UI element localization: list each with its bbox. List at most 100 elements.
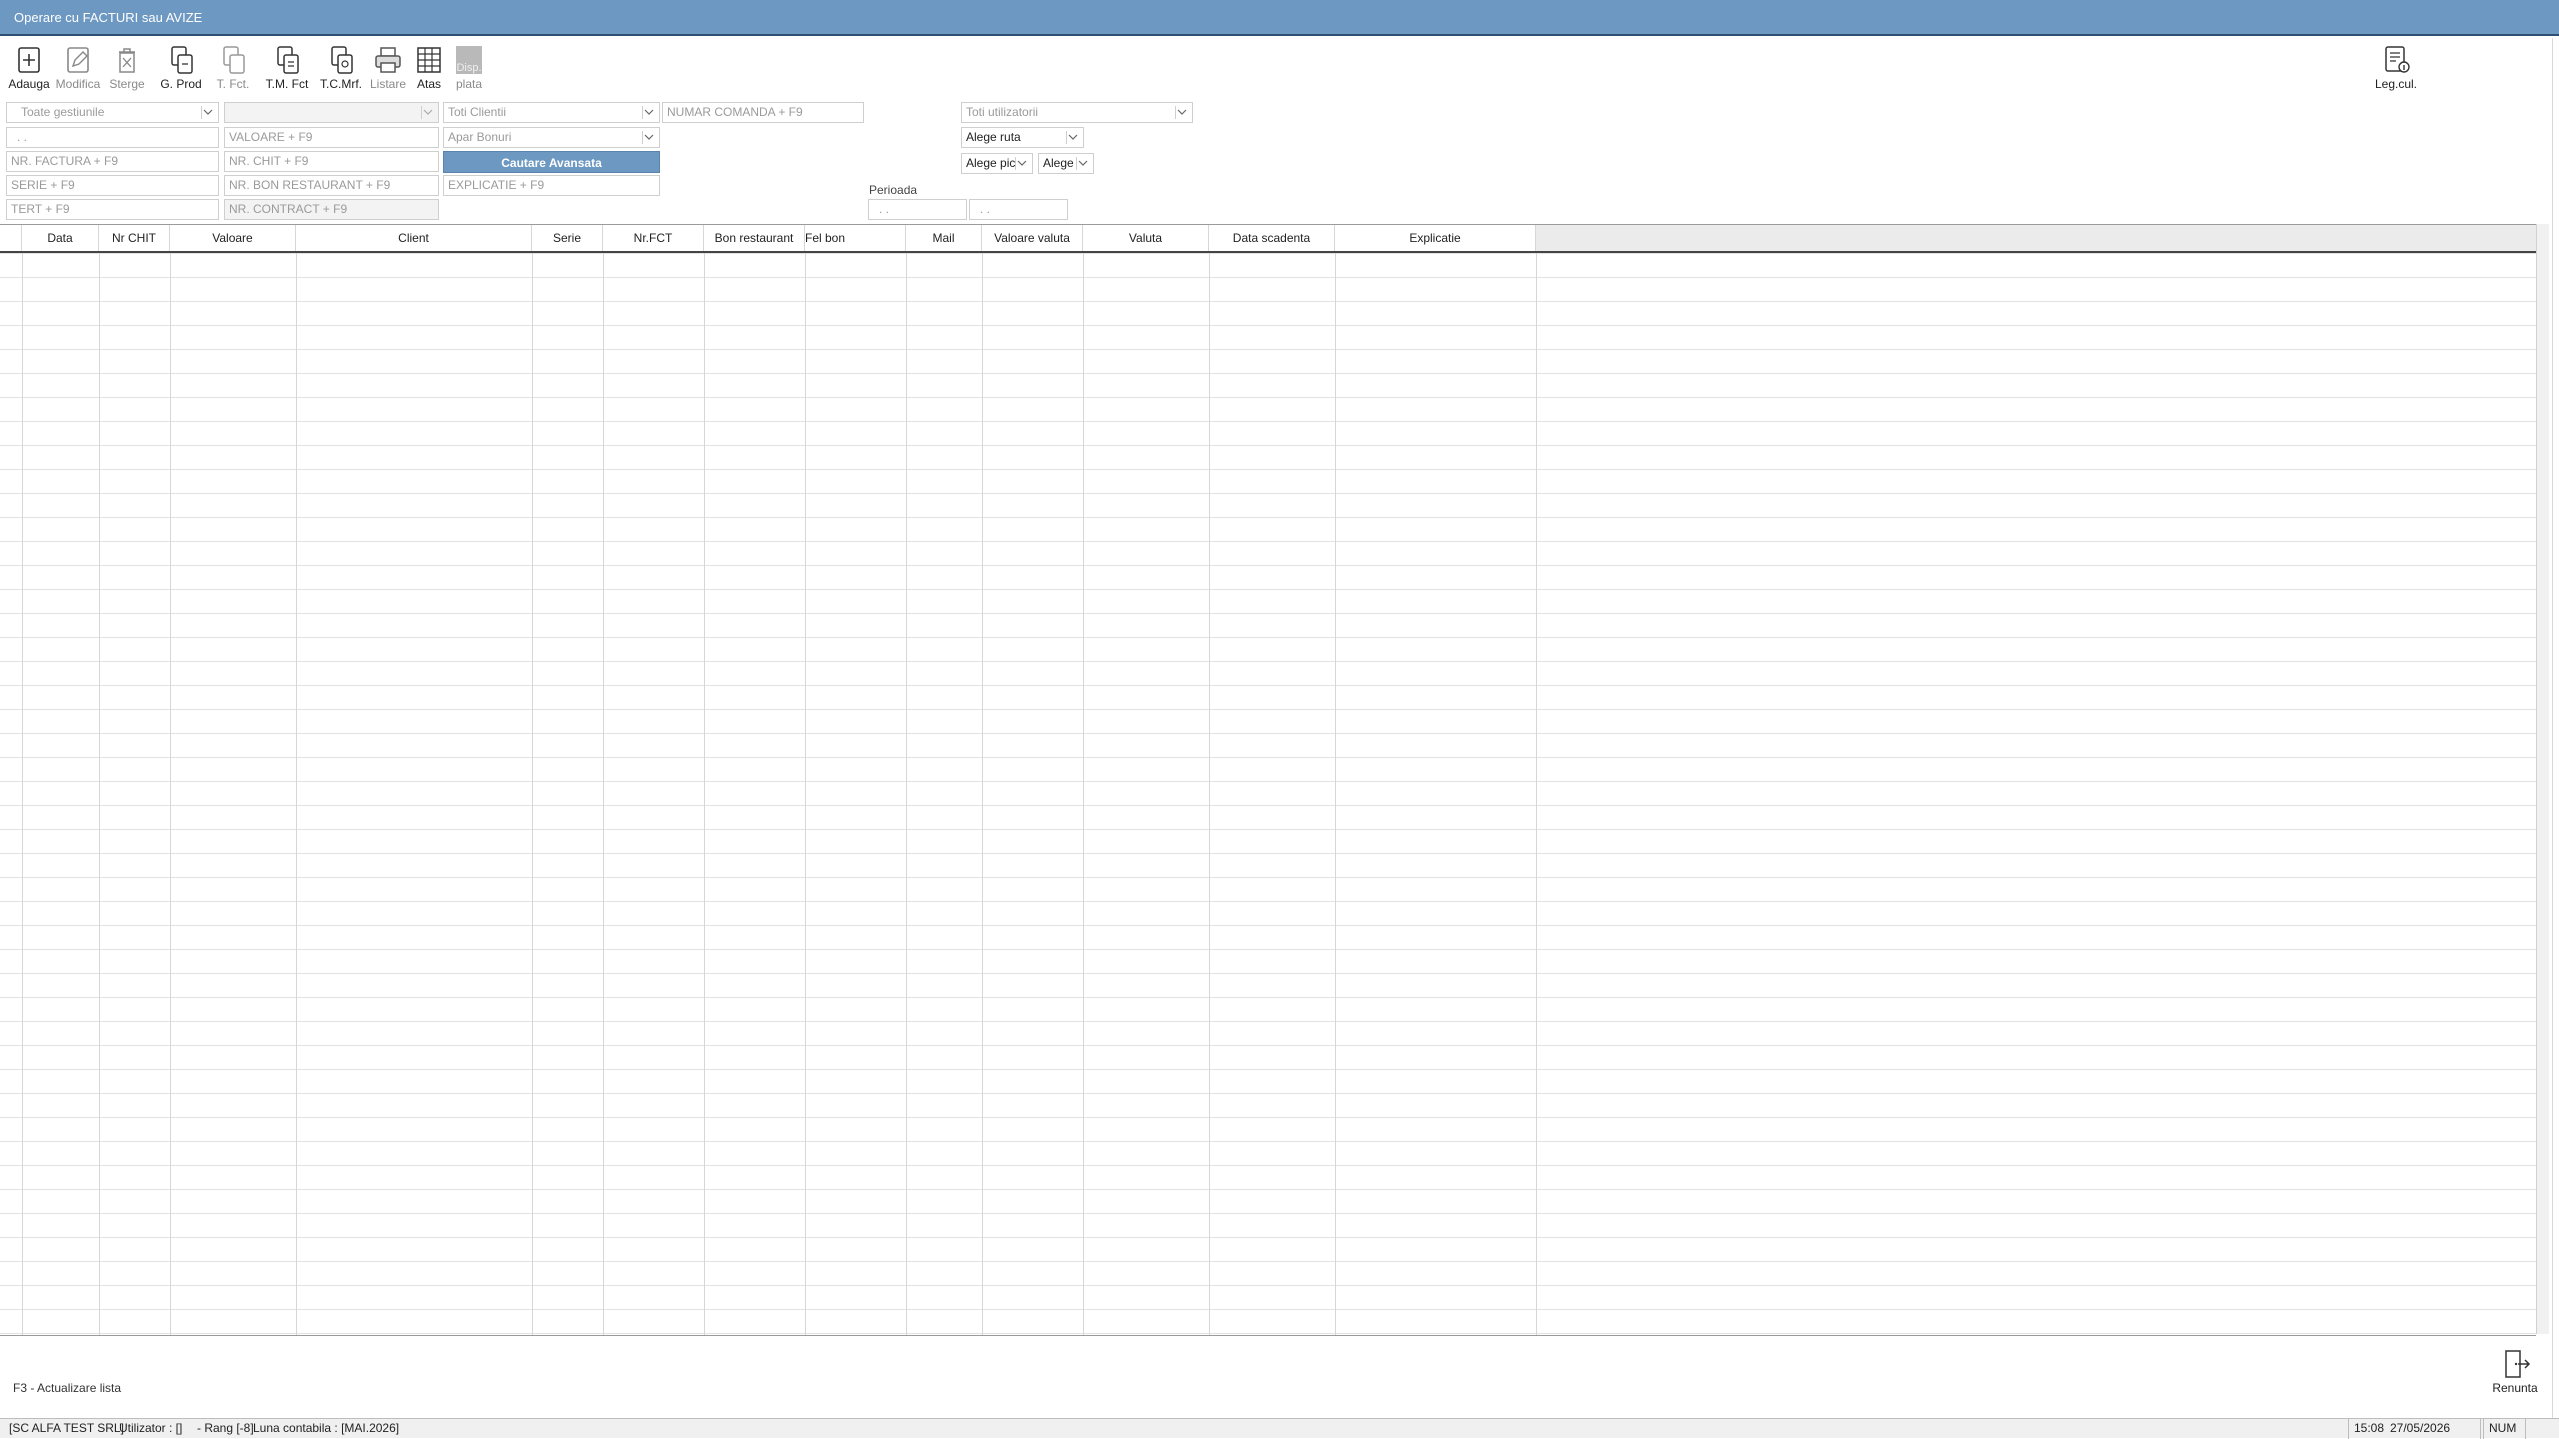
clienti-value: Toti Clientii [448,105,507,119]
tm-fct-button[interactable]: T.M. Fct [261,44,313,94]
column-divider [99,253,100,1335]
chevron-down-icon [1068,134,1078,140]
status-separator [2348,1419,2349,1439]
status-separator [2483,1419,2484,1439]
alege-pic-value: Alege pic [966,156,1016,170]
apar-bonuri-select[interactable]: Apar Bonuri [443,127,660,148]
utilizatori-value: Toti utilizatorii [966,105,1039,119]
status-rang: - Rang [-8] [197,1421,254,1435]
column-header-data-scadenta[interactable]: Data scadenta [1209,225,1335,251]
column-divider [1083,253,1084,1335]
clienti-select[interactable]: Toti Clientii [443,102,660,123]
modify-button[interactable]: Modifica [52,44,104,94]
column-header-bon-restaurant[interactable]: Bon restaurant [704,225,805,251]
column-header-valoare[interactable]: Valoare [170,225,296,251]
t-fct-label: T. Fct. [216,77,250,91]
column-header-nr-chit[interactable]: Nr CHIT [99,225,170,251]
column-header-fel-bon[interactable]: Fel bon [805,225,906,251]
column-header-valuta[interactable]: Valuta [1083,225,1209,251]
utilizatori-select[interactable]: Toti utilizatorii [961,102,1193,123]
cancel-button[interactable]: Renunta [2486,1348,2544,1398]
tert-input[interactable]: TERT + F9 [6,199,219,220]
date-value: . . [17,130,28,144]
copy-documents-icon [331,46,353,74]
table-header: Data Nr CHIT Valoare Client Serie Nr.FCT… [0,225,1536,253]
date-input[interactable]: . . [6,127,219,148]
column-header-explicatie[interactable]: Explicatie [1335,225,1536,251]
color-legend-button[interactable]: Leg.cul. [2370,44,2422,94]
explicatie-input[interactable]: EXPLICATIE + F9 [443,175,660,196]
delete-button[interactable]: Sterge [101,44,153,94]
vertical-scrollbar[interactable] [2536,224,2549,1334]
alege-ruta-value: Alege ruta [966,130,1021,144]
status-luna-contabila: Luna contabila : [MAI.2026] [253,1421,400,1435]
row-indicator-header [0,225,22,251]
disp-plata-button[interactable]: Disp. plata [443,44,495,94]
nr-contract-input[interactable]: NR. CONTRACT + F9 [224,199,439,220]
column-header-nr-fct[interactable]: Nr.FCT [603,225,704,251]
nr-bon-restaurant-input[interactable]: NR. BON RESTAURANT + F9 [224,175,439,196]
numar-comanda-input[interactable]: NUMAR COMANDA + F9 [662,102,864,123]
serie-input[interactable]: SERIE + F9 [6,175,219,196]
column-divider [170,253,171,1335]
column-divider [296,253,297,1335]
perioada-label: Perioada [869,183,918,197]
explicatie-placeholder: EXPLICATIE + F9 [448,178,545,192]
column-divider [532,253,533,1335]
column-divider [1536,253,1537,1335]
column-divider [982,253,983,1335]
chevron-down-icon [1177,109,1187,115]
tc-mrf-label: T.C.Mrf. [320,77,362,91]
advanced-search-button[interactable]: Cautare Avansata [443,151,660,173]
info-document-icon [2385,46,2410,73]
status-date: 27/05/2026 [2390,1421,2451,1435]
alege-value: Alege [1043,156,1074,170]
invoice-table[interactable]: Data Nr CHIT Valoare Client Serie Nr.FCT… [0,224,2536,1336]
window-right-edge [2552,38,2553,1418]
column-header-mail[interactable]: Mail [906,225,982,251]
column-header-client[interactable]: Client [296,225,532,251]
status-bar: [SC ALFA TEST SRL] Utilizator : [] - Ran… [0,1418,2559,1439]
chevron-down-icon [644,109,654,115]
perioada-end-value: . . [980,202,991,216]
alege-pic-select[interactable]: Alege pic [961,153,1033,174]
column-divider [704,253,705,1335]
perioada-end-input[interactable]: . . [969,199,1068,220]
nr-factura-input[interactable]: NR. FACTURA + F9 [6,151,219,172]
nr-chit-input[interactable]: NR. CHIT + F9 [224,151,439,172]
status-user: Utilizator : [] [119,1421,183,1435]
column-header-data[interactable]: Data [22,225,99,251]
perioada-start-value: . . [879,202,890,216]
printer-icon [375,47,401,73]
gestiuni-value: Toate gestiunile [21,105,105,119]
perioada-start-input[interactable]: . . [868,199,967,220]
t-fct-button[interactable]: T. Fct. [207,44,259,94]
add-document-icon [18,47,40,73]
column-divider [805,253,806,1335]
valoare-placeholder: VALOARE + F9 [229,130,313,144]
add-button[interactable]: Adauga [3,44,55,94]
g-prod-button[interactable]: G. Prod [155,44,207,94]
add-label: Adauga [8,77,50,91]
column-header-serie[interactable]: Serie [532,225,603,251]
column-header-valoare-valuta[interactable]: Valoare valuta [982,225,1083,251]
gestiuni-select[interactable]: Toate gestiunile [6,102,219,123]
tert-placeholder: TERT + F9 [11,202,70,216]
table-body[interactable] [0,253,2536,1335]
serie-placeholder: SERIE + F9 [11,178,75,192]
refresh-hint: F3 - Actualizare lista [13,1381,122,1395]
trash-icon [119,48,135,73]
column-divider [906,253,907,1335]
grid-table-icon [417,47,441,73]
modify-label: Modifica [55,77,101,91]
column-divider [1209,253,1210,1335]
column-divider [603,253,604,1335]
nr-bon-restaurant-placeholder: NR. BON RESTAURANT + F9 [229,178,391,192]
chevron-down-icon [423,109,433,115]
secondary-select[interactable] [224,102,439,123]
tc-mrf-button[interactable]: T.C.Mrf. [315,44,367,94]
alege-select[interactable]: Alege [1038,153,1094,174]
valoare-input[interactable]: VALOARE + F9 [224,127,439,148]
alege-ruta-select[interactable]: Alege ruta [961,127,1084,148]
status-num: NUM [2489,1421,2517,1435]
